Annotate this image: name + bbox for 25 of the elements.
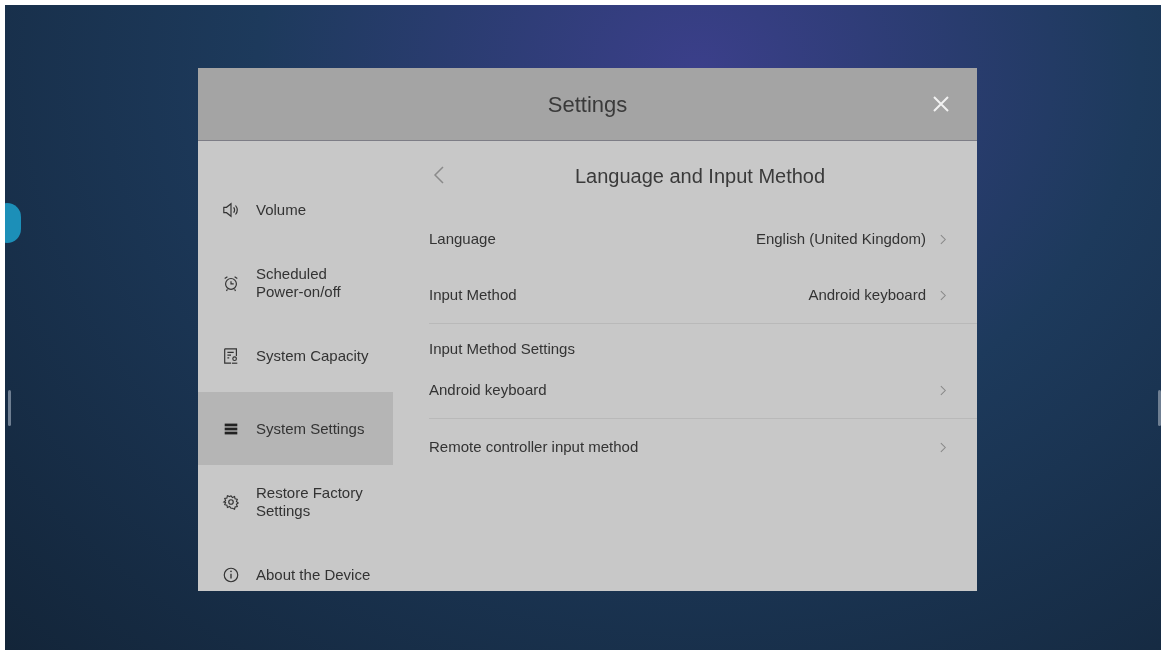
- window-title: Settings: [547, 90, 628, 119]
- section-header: Input Method Settings: [429, 338, 575, 359]
- chevron-right-icon: [940, 384, 947, 396]
- panel-title: Language and Input Method: [574, 164, 826, 189]
- sidebar-item[interactable]: About the Device: [198, 538, 393, 611]
- chevron-right-icon: [940, 289, 947, 301]
- settings-row[interactable]: Remote controller input method: [429, 419, 977, 475]
- chevron-right-icon: [940, 441, 947, 453]
- edge-handle: [1158, 390, 1161, 426]
- gear-icon: [222, 492, 240, 511]
- sidebar-item[interactable]: System Capacity: [198, 319, 393, 392]
- info-icon: [222, 565, 240, 584]
- edge-handle: [8, 390, 11, 426]
- back-icon[interactable]: [433, 165, 445, 185]
- settings-row[interactable]: Input Method Android keyboard: [429, 267, 977, 323]
- sidebar-item[interactable]: Volume: [198, 173, 393, 246]
- document-icon: [222, 346, 240, 365]
- sidebar-item[interactable]: System Settings: [198, 392, 393, 465]
- chevron-right-icon: [940, 233, 947, 245]
- sidebar-item[interactable]: Restore Factory Settings: [198, 465, 393, 538]
- sidebar-item[interactable]: Scheduled Power-on/off: [198, 246, 393, 319]
- settings-row[interactable]: Android keyboard: [429, 362, 977, 418]
- speaker-icon: [222, 200, 240, 219]
- close-icon[interactable]: [931, 94, 951, 114]
- settings-row[interactable]: Language English (United Kingdom): [429, 211, 977, 267]
